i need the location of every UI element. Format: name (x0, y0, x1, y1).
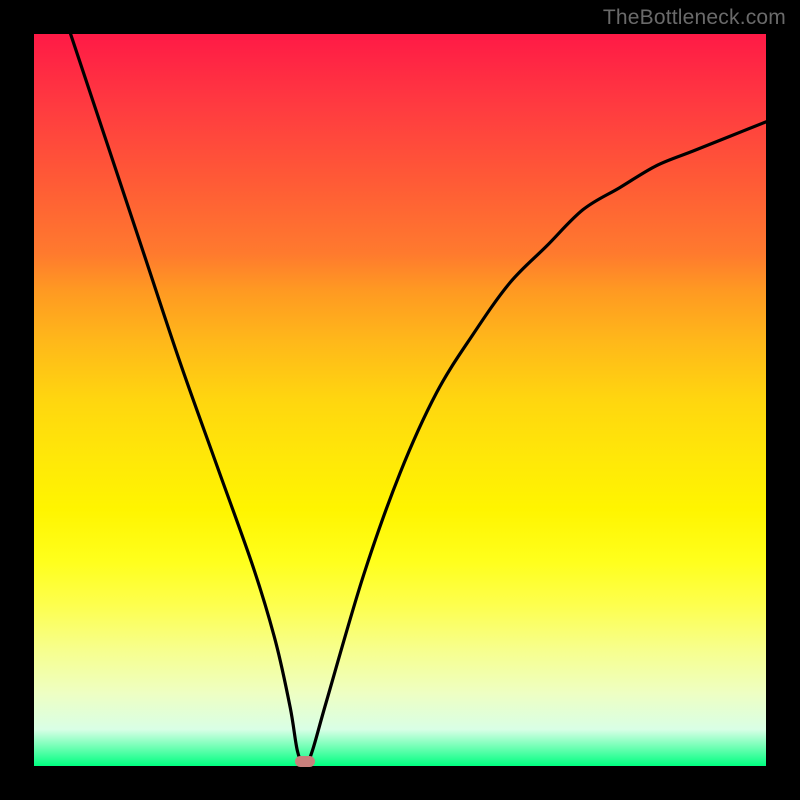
plot-area (34, 34, 766, 766)
bottleneck-curve-path (71, 34, 766, 766)
optimal-marker (295, 756, 315, 767)
attribution-text: TheBottleneck.com (603, 6, 786, 30)
curve-svg (34, 34, 766, 766)
chart-frame: TheBottleneck.com (0, 0, 800, 800)
